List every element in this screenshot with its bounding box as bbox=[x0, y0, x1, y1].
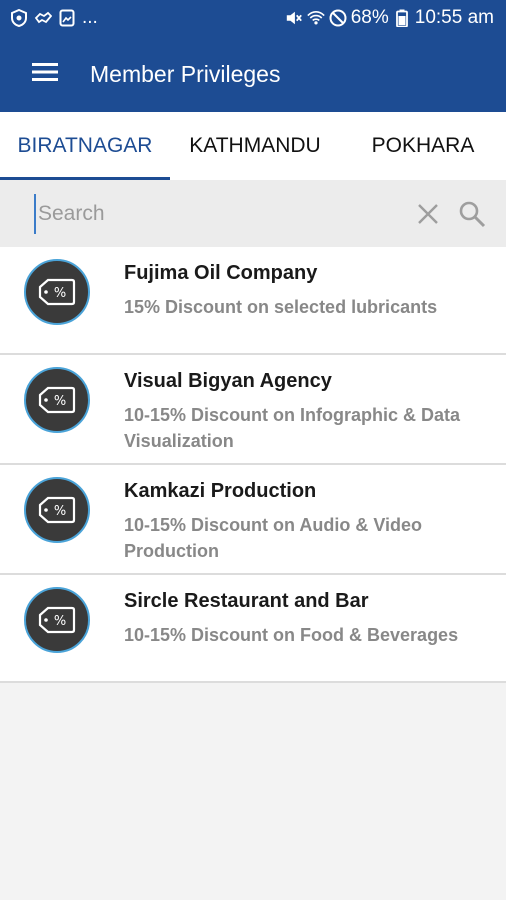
svg-text:%: % bbox=[54, 614, 66, 629]
item-title: Fujima Oil Company bbox=[124, 262, 318, 284]
item-description: 15% Discount on selected lubricants bbox=[124, 297, 438, 317]
menu-button[interactable] bbox=[22, 51, 68, 97]
app-bar: Member Privileges bbox=[0, 36, 506, 112]
hamburger-menu-icon bbox=[32, 62, 58, 87]
search-icon bbox=[458, 201, 486, 232]
discount-tag-icon: % bbox=[24, 587, 90, 653]
item-title: Visual Bigyan Agency bbox=[124, 370, 332, 392]
discount-tag-icon: % bbox=[24, 477, 90, 543]
close-icon bbox=[414, 204, 442, 232]
search-bar bbox=[0, 180, 506, 247]
city-tabs: BIRATNAGAR KATHMANDU POKHARA bbox=[0, 112, 506, 180]
tab-label: BIRATNAGAR bbox=[17, 134, 153, 157]
item-title: Kamkazi Production bbox=[124, 480, 317, 502]
tab-kathmandu[interactable]: KATHMANDU bbox=[170, 112, 340, 180]
notification-overflow: ... bbox=[82, 7, 98, 28]
item-description: 10-15% Discount on Food & Beverages bbox=[124, 625, 459, 645]
do-not-disturb-icon bbox=[329, 9, 347, 27]
tab-label: POKHARA bbox=[371, 134, 475, 157]
handshake-icon bbox=[34, 9, 52, 27]
search-button[interactable] bbox=[458, 200, 486, 228]
status-bar-system: 68% 10:55 am bbox=[285, 7, 494, 29]
privilege-list: % Fujima Oil Company 15% Discount on sel… bbox=[0, 247, 506, 683]
page-title: Member Privileges bbox=[90, 60, 281, 87]
shield-icon bbox=[10, 9, 28, 27]
list-item[interactable]: % Fujima Oil Company 15% Discount on sel… bbox=[0, 247, 506, 355]
battery-icon bbox=[393, 9, 411, 27]
svg-text:%: % bbox=[54, 394, 66, 409]
svg-text:%: % bbox=[54, 504, 66, 519]
status-bar: ... 68% 10:55 am bbox=[0, 0, 506, 36]
tab-biratnagar[interactable]: BIRATNAGAR bbox=[0, 112, 170, 180]
discount-tag-icon: % bbox=[24, 259, 90, 325]
list-item[interactable]: % Visual Bigyan Agency 10-15% Discount o… bbox=[0, 355, 506, 465]
clear-search-button[interactable] bbox=[414, 200, 442, 228]
discount-tag-icon: % bbox=[24, 367, 90, 433]
list-item[interactable]: % Kamkazi Production 10-15% Discount on … bbox=[0, 465, 506, 575]
item-title: Sircle Restaurant and Bar bbox=[124, 590, 369, 612]
item-description: 10-15% Discount on Audio & Video Product… bbox=[124, 515, 423, 561]
tab-pokhara[interactable]: POKHARA bbox=[340, 112, 506, 180]
mute-icon bbox=[285, 9, 303, 27]
status-bar-notifications: ... bbox=[10, 7, 98, 29]
battery-percent: 68% bbox=[350, 7, 389, 28]
item-description: 10-15% Discount on Infographic & Data Vi… bbox=[124, 405, 461, 451]
tab-label: KATHMANDU bbox=[189, 134, 321, 157]
wifi-icon bbox=[306, 9, 325, 27]
clock: 10:55 am bbox=[414, 7, 494, 28]
search-input[interactable] bbox=[34, 193, 398, 234]
svg-text:%: % bbox=[54, 286, 66, 301]
gallery-icon bbox=[58, 9, 76, 27]
list-item[interactable]: % Sircle Restaurant and Bar 10-15% Disco… bbox=[0, 575, 506, 683]
